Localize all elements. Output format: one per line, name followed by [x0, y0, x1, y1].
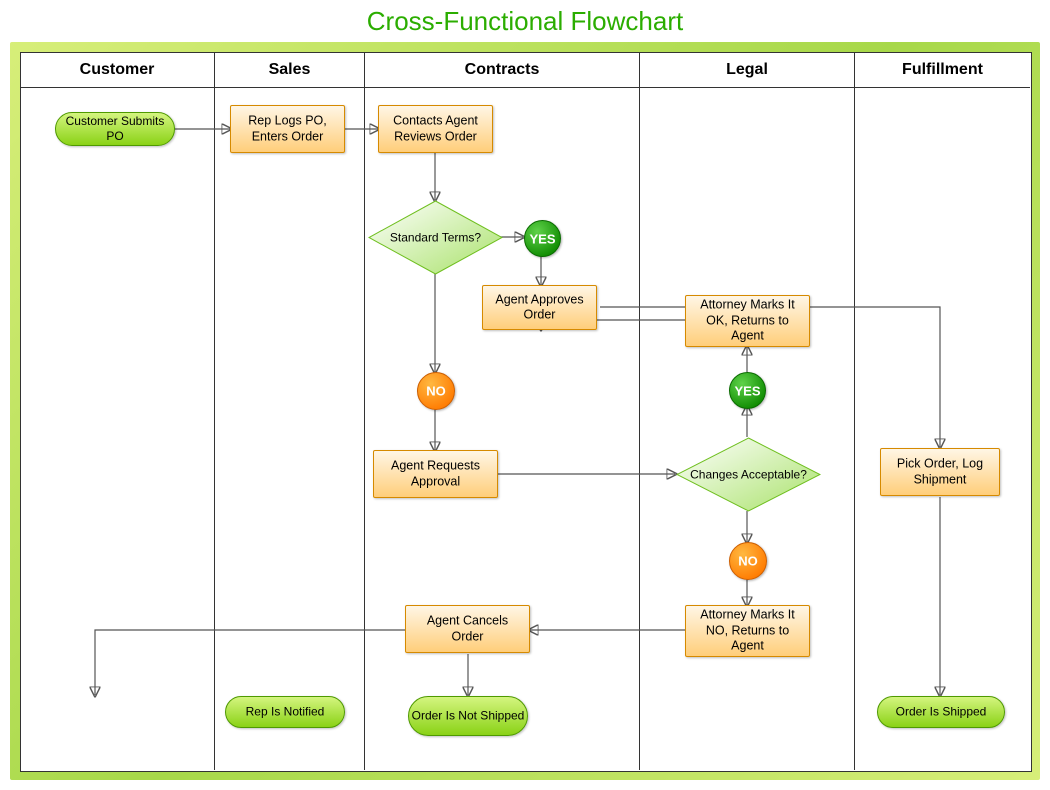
decision-changes-acceptable: Changes Acceptable?	[676, 437, 821, 512]
badge-no-changes: NO	[729, 542, 767, 580]
lane-contracts: Contracts	[365, 52, 640, 770]
lane-header-legal: Legal	[640, 52, 854, 88]
label-rep-notified: Rep Is Notified	[226, 705, 344, 720]
lane-header-fulfillment: Fulfillment	[855, 52, 1030, 88]
label-attorney-no: Attorney Marks It NO, Returns to Agent	[686, 608, 809, 655]
label-no-2: NO	[730, 554, 766, 569]
process-pick-order: Pick Order, Log Shipment	[880, 448, 1000, 496]
label-order-not-shipped: Order Is Not Shipped	[409, 709, 527, 724]
process-agent-requests: Agent Requests Approval	[373, 450, 498, 498]
label-agent-cancels: Agent Cancels Order	[406, 613, 529, 644]
process-attorney-ok: Attorney Marks It OK, Returns to Agent	[685, 295, 810, 347]
process-agent-cancels: Agent Cancels Order	[405, 605, 530, 653]
terminal-order-not-shipped: Order Is Not Shipped	[408, 696, 528, 736]
badge-no-standard-terms: NO	[417, 372, 455, 410]
decision-standard-terms: Standard Terms?	[368, 200, 503, 275]
badge-yes-standard-terms: YES	[524, 220, 561, 257]
terminal-order-shipped: Order Is Shipped	[877, 696, 1005, 728]
label-agent-approves: Agent Approves Order	[483, 292, 596, 323]
label-yes-2: YES	[730, 383, 765, 398]
label-yes-1: YES	[525, 231, 560, 246]
process-rep-logs-po: Rep Logs PO, Enters Order	[230, 105, 345, 153]
label-rep-logs-po: Rep Logs PO, Enters Order	[231, 113, 344, 144]
badge-yes-changes: YES	[729, 372, 766, 409]
label-customer-submits-po: Customer Submits PO	[56, 114, 174, 144]
lane-header-contracts: Contracts	[365, 52, 639, 88]
label-order-shipped: Order Is Shipped	[878, 705, 1004, 720]
lane-fulfillment: Fulfillment	[855, 52, 1030, 770]
label-standard-terms: Standard Terms?	[368, 230, 503, 245]
process-agent-approves: Agent Approves Order	[482, 285, 597, 330]
process-contacts-agent: Contacts Agent Reviews Order	[378, 105, 493, 153]
label-agent-requests: Agent Requests Approval	[374, 458, 497, 489]
lane-header-customer: Customer	[20, 52, 214, 88]
label-no-1: NO	[418, 384, 454, 399]
terminal-rep-notified: Rep Is Notified	[225, 696, 345, 728]
lane-customer: Customer	[20, 52, 215, 770]
label-pick-order: Pick Order, Log Shipment	[881, 456, 999, 487]
label-attorney-ok: Attorney Marks It OK, Returns to Agent	[686, 298, 809, 345]
label-contacts-agent: Contacts Agent Reviews Order	[379, 113, 492, 144]
lane-sales: Sales	[215, 52, 365, 770]
lane-header-sales: Sales	[215, 52, 364, 88]
terminal-customer-submits-po: Customer Submits PO	[55, 112, 175, 146]
chart-title: Cross-Functional Flowchart	[0, 6, 1050, 37]
lane-legal: Legal	[640, 52, 855, 770]
label-changes-acceptable: Changes Acceptable?	[676, 467, 821, 482]
process-attorney-no: Attorney Marks It NO, Returns to Agent	[685, 605, 810, 657]
